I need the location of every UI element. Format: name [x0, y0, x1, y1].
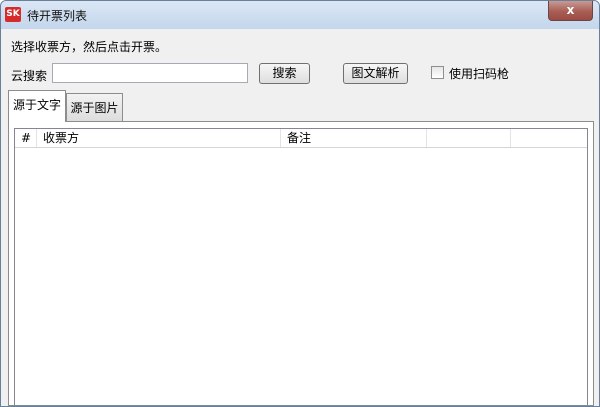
instruction-text: 选择收票方，然后点击开票。: [11, 40, 168, 54]
tab-panel-from-text: # 收票方 备注: [8, 121, 594, 406]
column-header-index[interactable]: #: [15, 129, 37, 147]
column-header-payer[interactable]: 收票方: [37, 129, 281, 147]
column-header-remark[interactable]: 备注: [281, 129, 427, 147]
image-text-parse-button[interactable]: 图文解析: [343, 63, 408, 84]
column-header-blank-1[interactable]: [427, 129, 511, 147]
use-scanner-checkbox[interactable]: [431, 66, 444, 79]
column-header-blank-2[interactable]: [511, 129, 587, 147]
search-label: 云搜索: [11, 69, 48, 83]
close-button[interactable]: x: [548, 1, 593, 21]
payer-list-table[interactable]: # 收票方 备注: [14, 128, 588, 406]
title-bar[interactable]: SK 待开票列表 x: [1, 1, 599, 29]
tab-from-image[interactable]: 源于图片: [66, 93, 123, 122]
search-button[interactable]: 搜索: [259, 63, 310, 84]
tab-from-text[interactable]: 源于文字: [8, 90, 66, 122]
app-logo-icon: SK: [5, 7, 21, 22]
invoice-pending-window: SK 待开票列表 x 选择收票方，然后点击开票。 云搜索 搜索 图文解析 使用扫…: [0, 0, 600, 407]
use-scanner-label[interactable]: 使用扫码枪: [449, 65, 509, 82]
search-input[interactable]: [52, 63, 248, 83]
dialog-body: 选择收票方，然后点击开票。 云搜索 搜索 图文解析 使用扫码枪 源于文字 源于图…: [1, 29, 599, 406]
table-header: # 收票方 备注: [15, 129, 587, 148]
window-title: 待开票列表: [27, 9, 88, 23]
